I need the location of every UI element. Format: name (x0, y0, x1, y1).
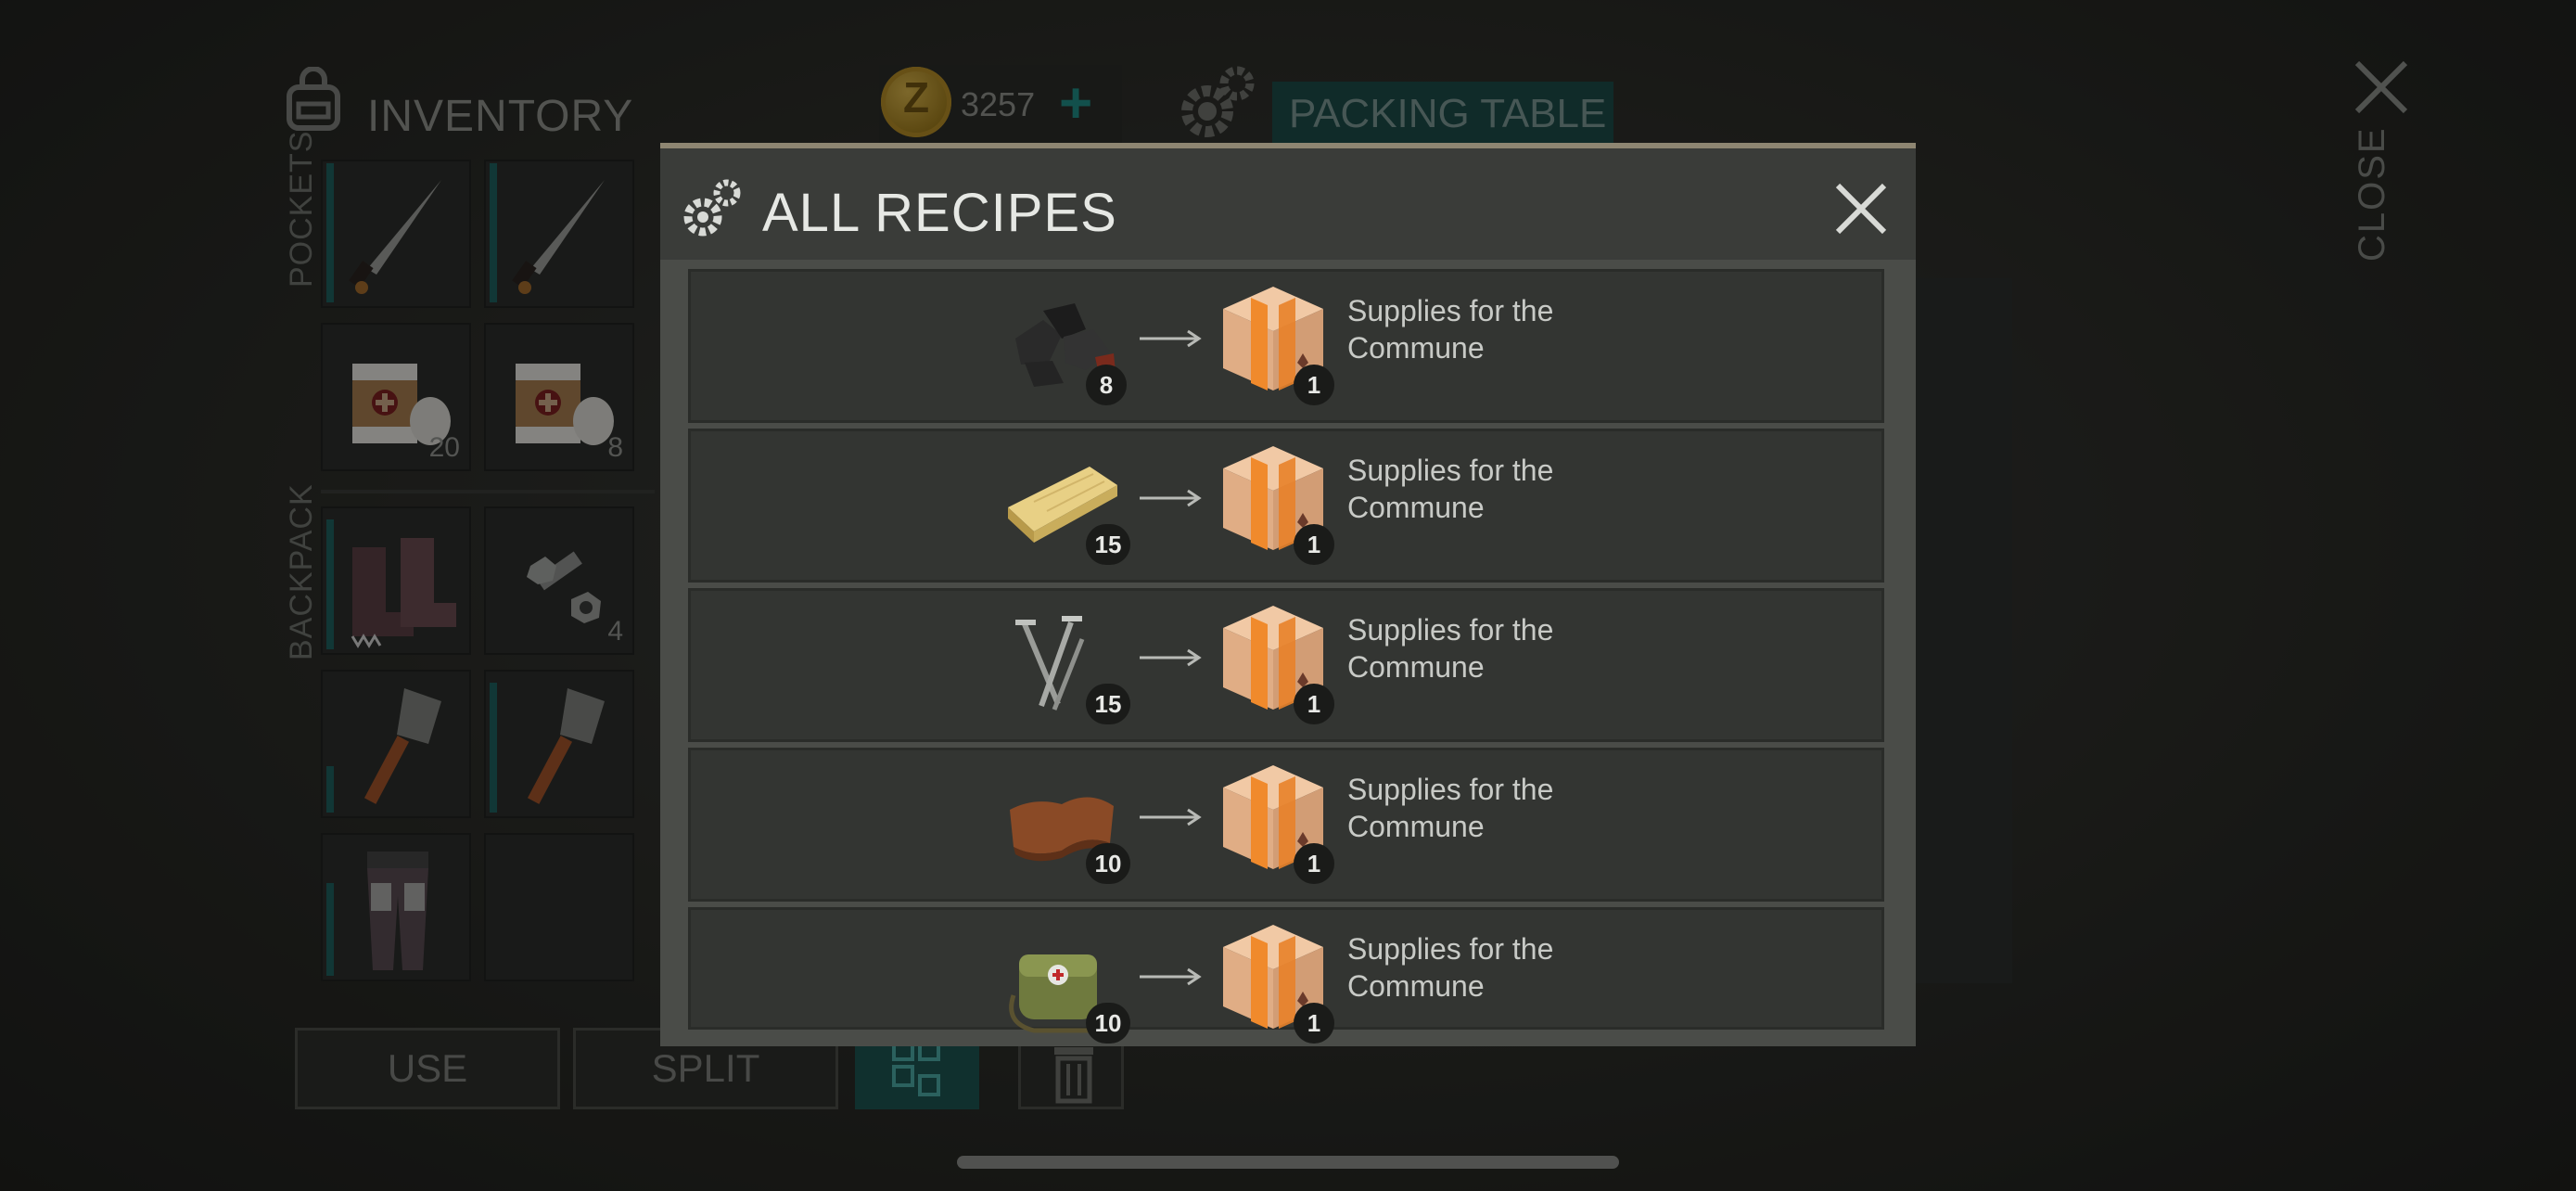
spiked-boots-icon (351, 538, 456, 648)
inventory-slot[interactable] (484, 160, 634, 308)
recipe-row[interactable]: 10 1 Supplies for the Commune (688, 748, 1884, 902)
add-currency-button[interactable]: + (1059, 75, 1092, 133)
inventory-slot[interactable] (484, 833, 634, 981)
item-quantity: 4 (607, 616, 623, 647)
backpack-label: BACKPACK (284, 483, 319, 660)
coin-letter: Z (902, 73, 930, 122)
inventory-slot[interactable]: 4 (484, 506, 634, 655)
arrow-right-icon (1140, 648, 1202, 667)
inventory-slot[interactable] (321, 670, 471, 818)
close-dialog-button[interactable] (1832, 180, 1890, 237)
close-label[interactable]: CLOSE (2352, 126, 2393, 262)
backpack-icon (280, 66, 347, 134)
item-quantity: 8 (607, 432, 623, 463)
inventory-slot[interactable]: 20 (321, 323, 471, 471)
use-button[interactable]: USE (295, 1028, 560, 1109)
machete-icon (512, 180, 605, 294)
input-quantity: 8 (1086, 365, 1127, 405)
dialog-header: ALL RECIPES (660, 148, 1916, 260)
inventory-slot[interactable] (321, 506, 471, 655)
close-icon[interactable] (2352, 58, 2411, 117)
bandage-icon (516, 364, 614, 445)
arrow-right-icon (1140, 967, 1202, 986)
recipe-row[interactable]: 15 1 Supplies for the Commune (688, 588, 1884, 742)
shovel-icon (363, 688, 441, 804)
recipe-row[interactable]: 15 1 Supplies for the Commune (688, 429, 1884, 583)
input-quantity: 10 (1086, 1003, 1130, 1044)
output-quantity: 1 (1294, 365, 1334, 405)
all-recipes-dialog: ALL RECIPES 8 1 Supplies for the Commune… (660, 143, 1916, 1046)
inventory-title: INVENTORY (367, 92, 634, 141)
currency-amount: 3257 (961, 85, 1036, 123)
recipe-output-name: Supplies for the Commune (1347, 932, 1554, 1003)
arrow-right-icon (1140, 329, 1202, 348)
inventory-slot[interactable] (321, 833, 471, 981)
close-icon (1835, 183, 1887, 235)
inventory-slot[interactable] (321, 160, 471, 308)
dialog-title: ALL RECIPES (762, 183, 1117, 243)
recipe-output-name: Supplies for the Commune (1347, 454, 1554, 524)
arrow-right-icon (1140, 489, 1202, 507)
inventory-slot[interactable]: 8 (484, 323, 634, 471)
recipe-row[interactable]: 8 1 Supplies for the Commune (688, 269, 1884, 423)
recipe-row[interactable]: 10 1 Supplies for the Commune (688, 907, 1884, 1044)
bolt-nut-icon (527, 551, 601, 623)
item-quantity: 20 (428, 432, 460, 463)
output-quantity: 1 (1294, 684, 1334, 724)
inventory-slot[interactable] (484, 670, 634, 818)
gears-icon (679, 176, 744, 241)
recipe-output-name: Supplies for the Commune (1347, 294, 1554, 365)
output-quantity: 1 (1294, 843, 1334, 884)
gears-icon (1176, 61, 1259, 145)
armored-pants-icon (367, 852, 428, 970)
recipe-output-name: Supplies for the Commune (1347, 613, 1554, 684)
output-quantity: 1 (1294, 1003, 1334, 1044)
input-quantity: 15 (1086, 524, 1130, 565)
input-quantity: 15 (1086, 684, 1130, 724)
shovel-icon (527, 688, 605, 804)
arrow-right-icon (1140, 808, 1202, 826)
recipe-list: 8 1 Supplies for the Commune 15 1 Suppli… (688, 269, 1884, 1044)
output-quantity: 1 (1294, 524, 1334, 565)
pockets-label: POCKETS (284, 130, 319, 288)
station-title[interactable]: PACKING TABLE (1272, 82, 1613, 147)
input-quantity: 10 (1086, 843, 1130, 884)
recipe-output-name: Supplies for the Commune (1347, 773, 1554, 843)
machete-icon (349, 180, 441, 294)
home-indicator (957, 1156, 1619, 1169)
section-divider (321, 490, 655, 493)
